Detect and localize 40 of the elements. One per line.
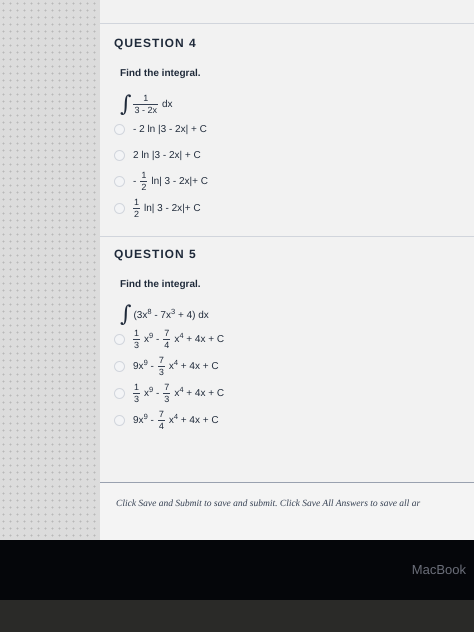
question-prompt: Find the integral. xyxy=(120,67,202,81)
fraction: 1 3 xyxy=(133,328,140,351)
question-title: QUESTION 4 xyxy=(114,35,198,52)
radio-button[interactable] xyxy=(114,124,125,134)
math-text: dx xyxy=(162,98,173,112)
math-text: - 2 ln |3 - 2x| + C xyxy=(133,122,207,136)
bezel-label: MacBook xyxy=(412,561,466,580)
radio-button[interactable] xyxy=(114,361,125,372)
fraction: 7 4 xyxy=(158,409,165,432)
fraction: 1 3 - 2x xyxy=(133,93,158,116)
integral-sign: ∫ xyxy=(120,94,132,116)
math-text: x$^{4}$ + 4x + C xyxy=(174,332,224,347)
math-text: 9x$^{9}$ - xyxy=(133,413,154,428)
radio-button[interactable] xyxy=(114,203,125,214)
question-title: QUESTION 5 xyxy=(114,246,198,263)
math-text: ln| 3 - 2x|+ C xyxy=(144,202,201,216)
radio-button[interactable] xyxy=(114,415,125,426)
math-text: x$^{9}$ - xyxy=(144,386,160,401)
math-text: (3x$^{8}$ - 7x$^{3}$ + 4) dx xyxy=(133,308,209,322)
radio-button[interactable] xyxy=(114,334,125,345)
footer-note: Click Save and Submit to save and submit. Click Save All Answers to save all ar xyxy=(116,498,420,511)
radio-button[interactable] xyxy=(114,176,125,187)
question-prompt: Find the integral. xyxy=(120,278,202,292)
math-text: x$^{9}$ - xyxy=(144,332,160,347)
math-text: 2 ln |3 - 2x| + C xyxy=(133,148,201,162)
math-text: ln| 3 - 2x|+ C xyxy=(151,175,208,189)
integral-sign: ∫ xyxy=(120,304,132,326)
math-text: x$^{4}$ + 4x + C xyxy=(174,386,224,401)
radio-button[interactable] xyxy=(114,150,125,160)
fraction: 1 3 xyxy=(133,382,140,405)
math-text: x$^{4}$ + 4x + C xyxy=(168,413,219,428)
fraction: 7 4 xyxy=(163,328,170,351)
fraction: 1 2 xyxy=(133,197,140,220)
fraction: 1 2 xyxy=(140,170,148,193)
math-text: 9x$^{9}$ - xyxy=(133,359,154,374)
math-text: - xyxy=(133,175,136,189)
fraction: 7 3 xyxy=(163,382,170,405)
math-text: x$^{4}$ + 4x + C xyxy=(168,359,219,374)
fraction: 7 3 xyxy=(158,355,165,378)
radio-button[interactable] xyxy=(114,388,125,399)
